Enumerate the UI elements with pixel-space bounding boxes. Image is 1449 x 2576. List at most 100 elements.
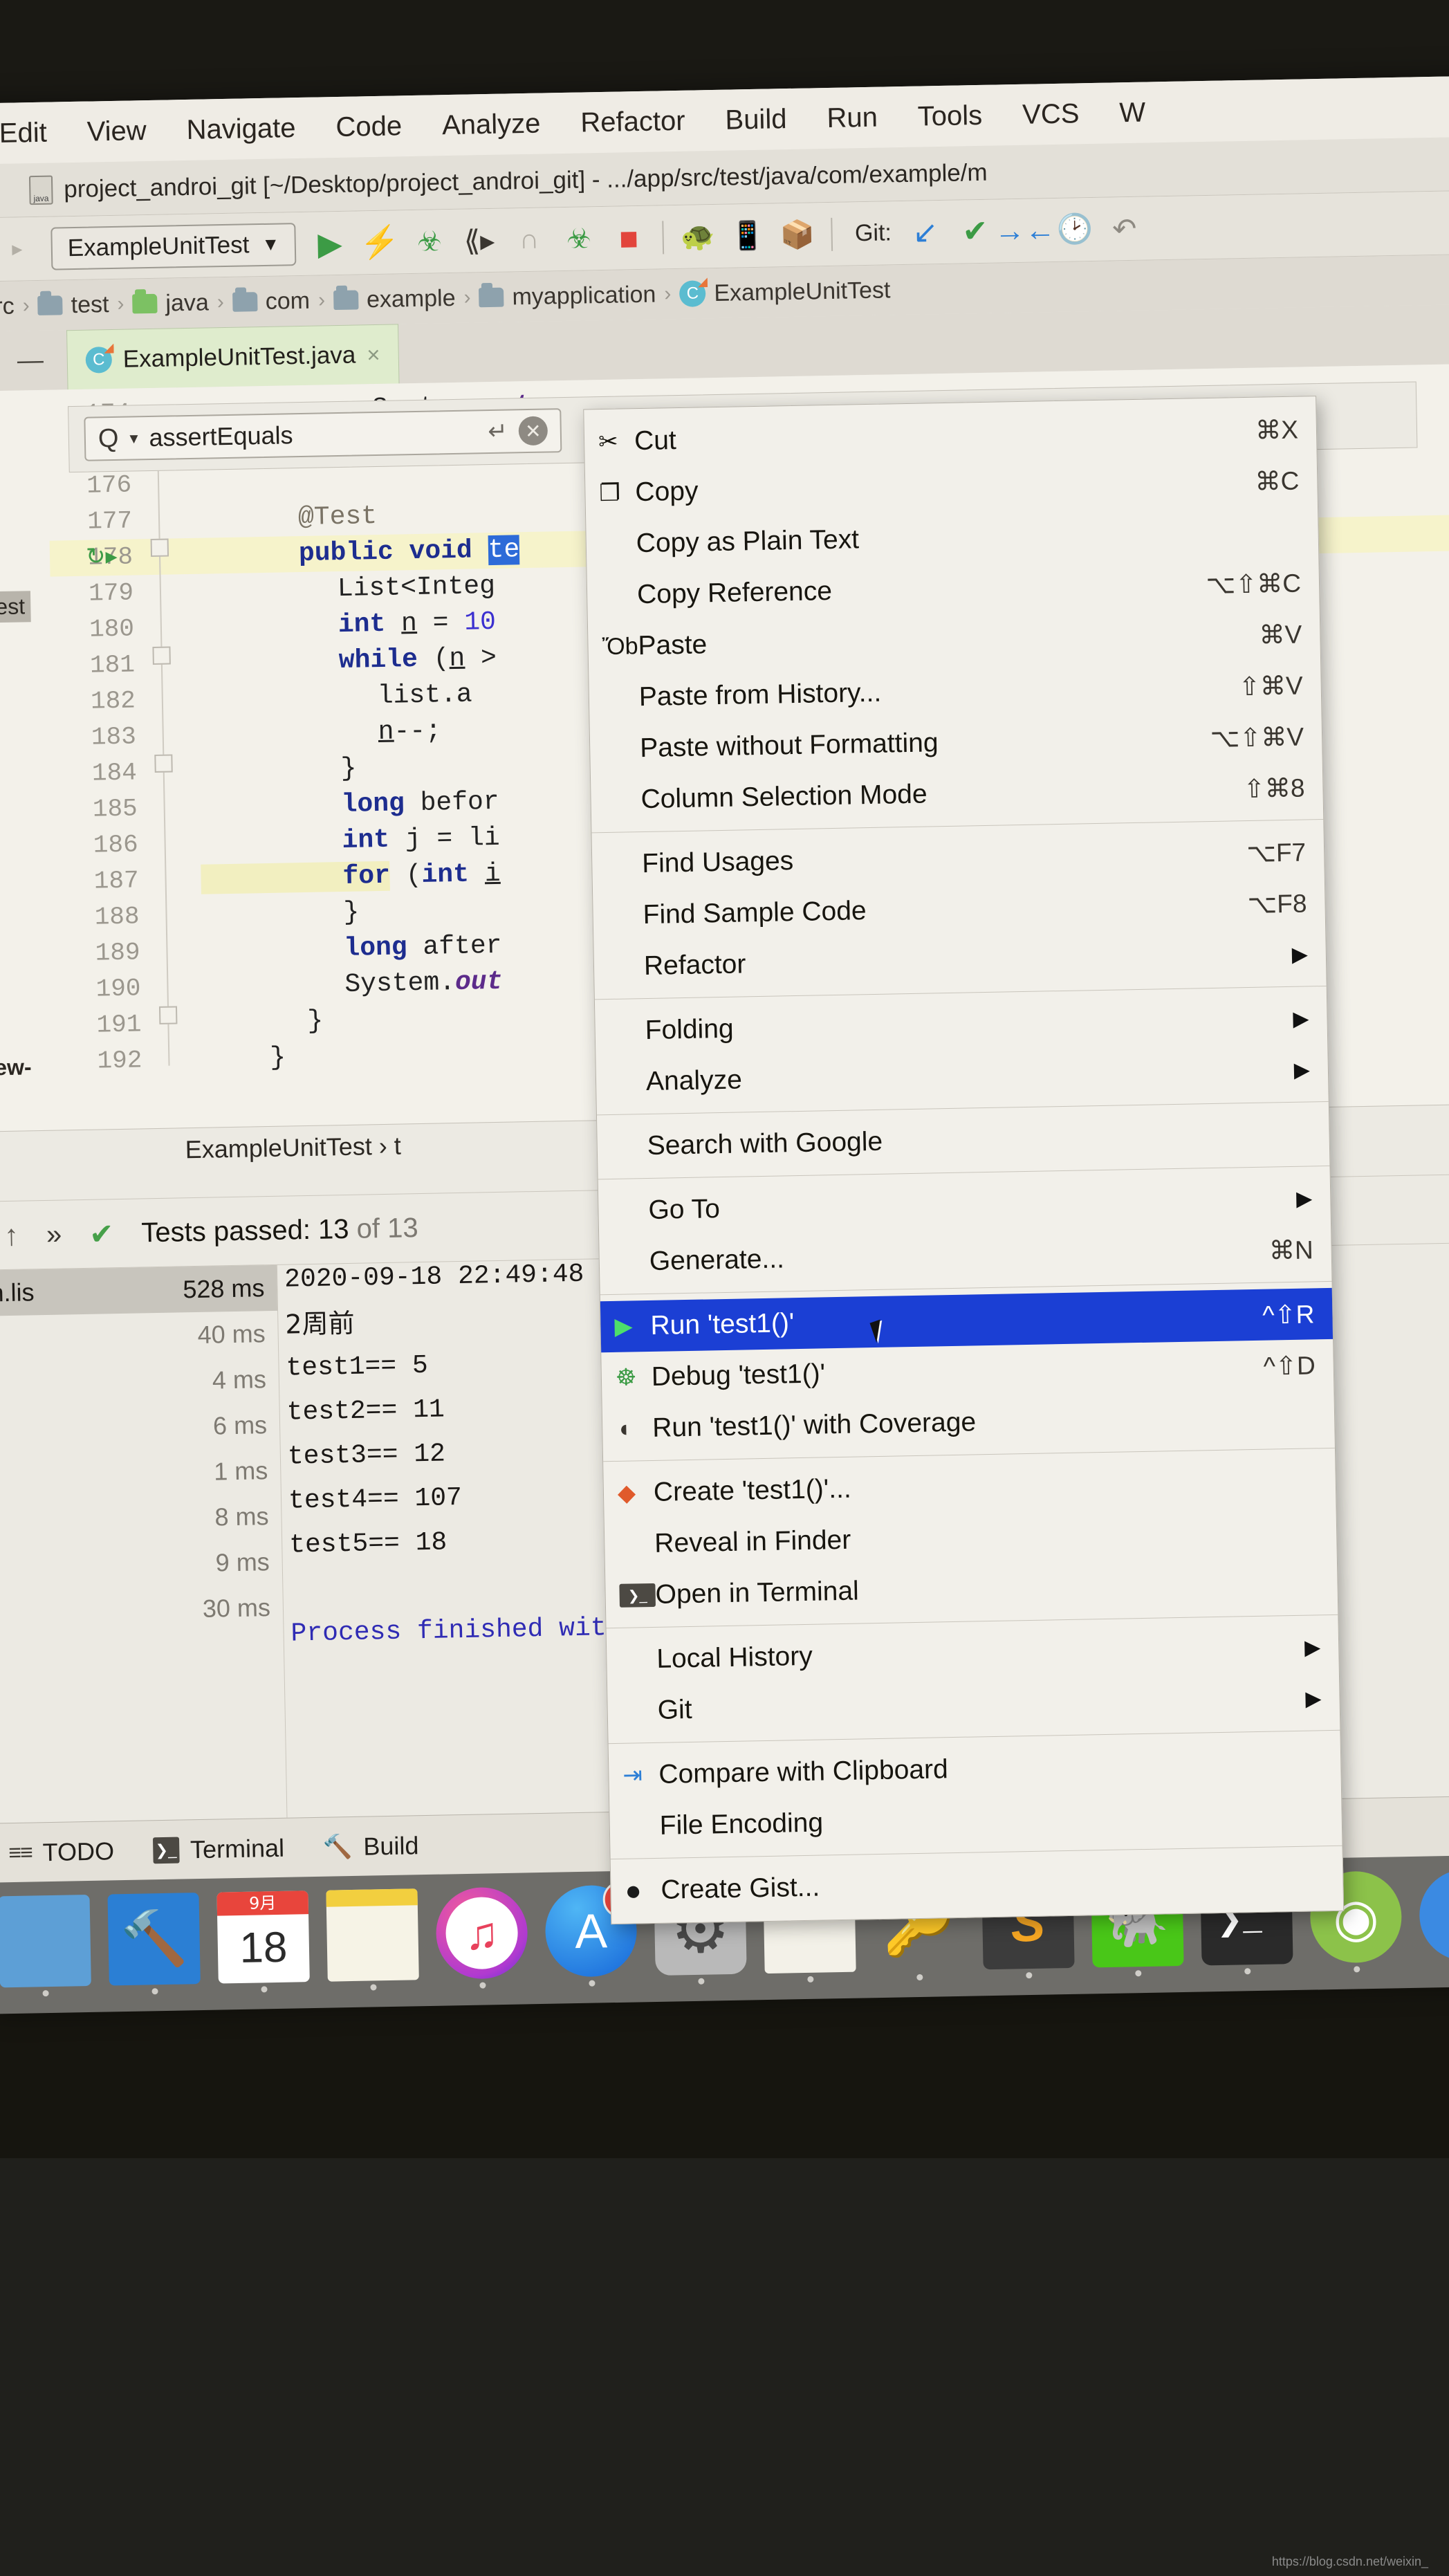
breadcrumb-item-example[interactable]: example	[367, 284, 456, 313]
menu-item-navigate[interactable]: Navigate	[186, 113, 296, 146]
dock-running-indicator	[698, 1978, 705, 1985]
tests-passed-count: Tests passed: 13	[140, 1213, 349, 1248]
calendar-icon[interactable]: 9月 18	[216, 1890, 310, 1993]
fold-marker[interactable]	[150, 538, 169, 558]
xcode-icon[interactable]: 🔨	[107, 1893, 201, 1995]
fold-marker[interactable]	[154, 754, 173, 773]
breadcrumb-item-src[interactable]: src	[0, 293, 15, 320]
stop-icon[interactable]: ■	[613, 220, 645, 257]
folding-line	[156, 415, 170, 1066]
back-arrow-icon[interactable]: ▸	[1, 233, 33, 266]
menu-item-label: Go To	[648, 1194, 721, 1225]
dock-running-indicator	[1354, 1966, 1360, 1973]
breadcrumb-item-class[interactable]: ExampleUnitTest	[714, 277, 891, 307]
breadcrumb-item-com[interactable]: com	[265, 287, 310, 315]
code-folding-gutter[interactable]	[137, 387, 192, 1128]
menu-item-label: Create Gist...	[661, 1872, 820, 1905]
chrome-icon[interactable]	[1419, 1868, 1449, 1962]
return-icon[interactable]: ↵	[488, 418, 508, 446]
test-tree-row[interactable]: 6 ms	[0, 1402, 280, 1453]
git-history-icon[interactable]: 🕑	[1056, 212, 1093, 246]
test-tree-row[interactable]: 9 ms	[0, 1539, 282, 1590]
test-tree-row[interactable]: 40 ms	[0, 1311, 278, 1362]
search-input[interactable]: Q ▾ assertEquals ↵ ✕	[84, 408, 562, 461]
menu-item-no-icon	[603, 697, 639, 698]
tool-window-todo[interactable]: ≡≡ TODO	[8, 1837, 114, 1868]
run-icon[interactable]: ▶	[314, 225, 347, 261]
menu-item-create-gist[interactable]: ● Create Gist...	[611, 1852, 1343, 1917]
chevron-down-icon[interactable]: ▾	[129, 428, 138, 448]
scroll-up-icon[interactable]: ↑	[4, 1219, 19, 1252]
line-number: 189	[95, 938, 140, 968]
fold-marker[interactable]	[158, 1006, 178, 1024]
git-push-icon[interactable]: →←	[994, 212, 1055, 248]
menu-item-build[interactable]: Build	[725, 104, 787, 136]
profiler-icon[interactable]: ∩	[513, 223, 546, 256]
dock-running-indicator	[1026, 1972, 1033, 1979]
minimize-icon[interactable]: —	[17, 345, 44, 376]
folder-icon-source	[132, 293, 158, 314]
menu-item-refactor[interactable]: Refactor	[580, 105, 685, 138]
fold-marker[interactable]	[152, 646, 171, 665]
menu-item-tools[interactable]: Tools	[917, 100, 982, 132]
git-revert-icon[interactable]: ↶	[1108, 212, 1141, 246]
test-tree[interactable]: n.lis 528 ms 40 ms 4 ms 6 ms 1 ms 8 ms 9…	[0, 1264, 288, 1823]
notes-icon[interactable]	[326, 1888, 419, 1991]
tool-window-build[interactable]: 🔨 Build	[323, 1831, 419, 1862]
menu-item-shortcut: ⌥⇧⌘C	[1206, 569, 1302, 599]
sdk-manager-icon[interactable]: 📦	[780, 219, 815, 251]
breadcrumb-item-test[interactable]: test	[71, 291, 109, 319]
test-duration: 8 ms	[214, 1502, 269, 1531]
tool-window-terminal[interactable]: ❯_ Terminal	[152, 1833, 285, 1864]
gradle-sync-icon[interactable]: 🐢	[681, 221, 716, 253]
menu-item-no-icon	[604, 748, 640, 749]
git-update-icon[interactable]: ↙	[909, 215, 941, 250]
close-icon[interactable]: ×	[367, 341, 380, 367]
apply-changes-icon[interactable]: ⚡	[360, 223, 400, 260]
tab-example-unit-test[interactable]: C ExampleUnitTest.java ×	[66, 324, 400, 390]
menu-item-label: Generate...	[649, 1244, 785, 1276]
git-label: Git:	[854, 219, 892, 247]
run-coverage-icon[interactable]: ☣	[563, 223, 596, 255]
breadcrumb-item-java[interactable]: java	[165, 289, 209, 317]
test-tree-row[interactable]: 1 ms	[0, 1448, 281, 1499]
menu-item-window[interactable]: W	[1119, 97, 1146, 129]
menu-item-vcs[interactable]: VCS	[1022, 98, 1080, 130]
menu-item-view[interactable]: View	[86, 116, 147, 148]
breadcrumb-item-myapplication[interactable]: myapplication	[512, 281, 656, 311]
attach-debugger-icon[interactable]: ⟪▸	[463, 224, 496, 257]
folder-icon	[479, 287, 504, 308]
menu-item-label: Copy Reference	[636, 576, 833, 610]
editor-context-menu[interactable]: ✂ Cut ⌘X ❐ Copy ⌘C Copy as Plain Text Copy Refe…	[583, 396, 1345, 1925]
menu-item-label: Paste	[638, 629, 708, 661]
avd-manager-icon[interactable]: 📱	[730, 219, 766, 252]
menu-item-no-icon	[607, 915, 643, 916]
test-tree-row[interactable]: 30 ms	[0, 1585, 284, 1636]
dock-running-indicator	[589, 1980, 596, 1987]
git-commit-icon[interactable]: ✔	[959, 214, 991, 249]
menu-item-label: Create 'test1()'...	[653, 1473, 852, 1507]
menu-item-analyze[interactable]: Analyze	[442, 108, 541, 141]
itunes-icon[interactable]: ♫	[435, 1886, 528, 1989]
chevron-down-icon: ▼	[261, 233, 280, 255]
line-number: 188	[94, 902, 140, 932]
tool-window-label: Build	[362, 1830, 419, 1861]
menu-item-run[interactable]: Run	[827, 102, 878, 134]
debug-icon[interactable]: ☣	[414, 226, 446, 258]
line-number-gutter: 174 175 176 177 178 179 180 181 182 183 …	[47, 389, 144, 1130]
run-test-gutter-icon[interactable]: ↻▸	[86, 542, 118, 571]
test-tree-row[interactable]: 8 ms	[0, 1493, 282, 1545]
clear-search-icon[interactable]: ✕	[518, 416, 548, 446]
menu-item-no-icon	[608, 966, 644, 967]
tab-label: ExampleUnitTest.java	[122, 341, 356, 373]
breadcrumb-separator: ›	[22, 294, 30, 318]
menu-item-code[interactable]: Code	[335, 111, 402, 143]
menu-item-edit[interactable]: Edit	[0, 117, 47, 149]
run-configuration-selector[interactable]: ExampleUnitTest ▼	[50, 222, 297, 270]
test-tree-row[interactable]: n.lis 528 ms	[0, 1264, 278, 1316]
test-tree-row[interactable]: 4 ms	[0, 1356, 279, 1408]
folder-icon	[232, 292, 258, 312]
photos-icon[interactable]	[0, 1894, 91, 1997]
menu-item-search-with-google[interactable]: Search with Google	[597, 1108, 1329, 1172]
expand-toolbar-icon[interactable]: »	[46, 1219, 62, 1250]
